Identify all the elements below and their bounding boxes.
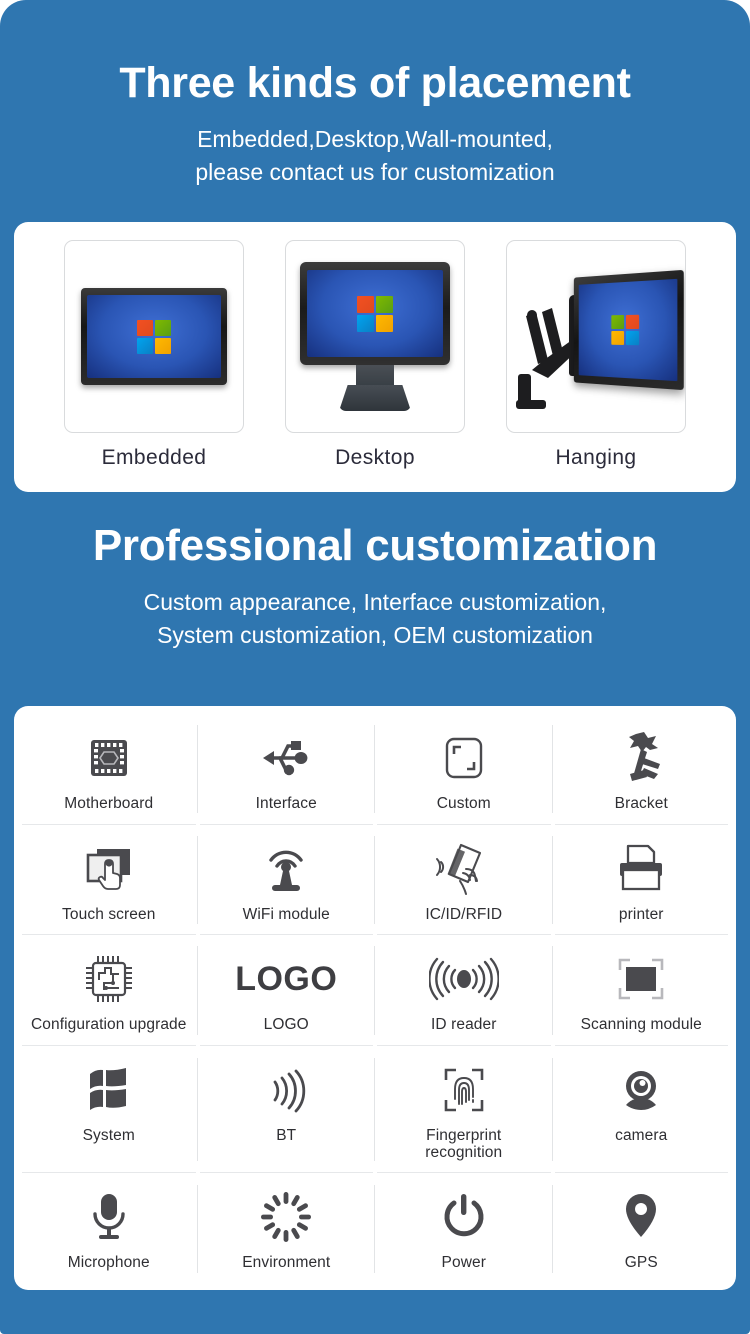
map-pin-icon: [620, 1187, 662, 1247]
feature-cell-printer[interactable]: printer: [553, 825, 731, 936]
feature-cell-system[interactable]: System: [20, 1046, 198, 1174]
scanner-frame-icon: [614, 949, 668, 1009]
hanging-frame: [506, 240, 686, 433]
placement-row: Embedded Desktop Hanging: [14, 222, 736, 492]
chip-icon: [83, 728, 135, 788]
feature-label: Microphone: [67, 1254, 150, 1272]
feature-cell-wifi-module[interactable]: WiFi module: [198, 825, 376, 936]
feature-cell-motherboard[interactable]: Motherboard: [20, 714, 198, 825]
windows-logo-icon: [357, 295, 393, 332]
desktop-monitor-icon: [300, 262, 450, 411]
feature-label: printer: [618, 905, 664, 923]
feature-label: Motherboard: [64, 795, 154, 812]
feature-label: WiFi module: [242, 905, 330, 923]
customization-subtitle-line-1: Custom appearance, Interface customizati…: [143, 589, 607, 615]
placement-item-desktop[interactable]: Desktop: [285, 240, 465, 492]
feature-label: GPS: [624, 1254, 658, 1272]
feature-cell-ic-id-rfid[interactable]: IC/ID/RFID: [375, 825, 553, 936]
printer-icon: [614, 839, 668, 899]
feature-label: LOGO: [263, 1016, 309, 1034]
windows-flag-icon: [82, 1060, 136, 1120]
rounded-square-crop-icon: [438, 728, 490, 788]
feature-cell-power[interactable]: Power: [375, 1173, 553, 1284]
feature-cell-gps[interactable]: GPS: [553, 1173, 731, 1284]
placement-subtitle-line-1: Embedded,Desktop,Wall-mounted,: [197, 126, 553, 152]
feature-label: Environment: [242, 1254, 331, 1272]
placement-label-embedded: Embedded: [101, 446, 207, 469]
placement-subtitle: Embedded,Desktop,Wall-mounted, please co…: [0, 123, 750, 188]
embedded-monitor-icon: [81, 288, 227, 385]
feature-grid: Motherboard Interface Custom Bracket Tou…: [14, 706, 736, 1290]
placement-hero: Three kinds of placement Embedded,Deskto…: [0, 62, 750, 188]
monitor-neck: [356, 365, 394, 385]
webcam-icon: [616, 1060, 666, 1120]
rfid-card-hand-icon: [435, 839, 493, 899]
bluetooth-waves-icon: [261, 1060, 311, 1120]
customization-subtitle-line-2: System customization, OEM customization: [157, 621, 593, 648]
feature-label: BT: [276, 1126, 297, 1144]
logo-text-icon: LOGO: [235, 949, 337, 1009]
feature-cell-configuration-upgrade[interactable]: Configuration upgrade: [20, 935, 198, 1046]
feature-cell-custom[interactable]: Custom: [375, 714, 553, 825]
cpu-circuit-icon: [82, 949, 136, 1009]
feature-label: System: [82, 1126, 135, 1144]
placement-item-hanging[interactable]: Hanging: [506, 240, 686, 492]
feature-cell-camera[interactable]: camera: [553, 1046, 731, 1174]
wifi-antenna-icon: [260, 839, 312, 899]
embedded-frame: [64, 240, 244, 433]
feature-cell-environment[interactable]: Environment: [198, 1173, 376, 1284]
customization-title: Professional customization: [92, 521, 658, 570]
windows-logo-icon: [611, 314, 640, 345]
touch-screen-icon: [81, 839, 137, 899]
fingerprint-icon: [438, 1060, 490, 1120]
customization-hero: Professional customization Custom appear…: [0, 524, 750, 651]
placement-label-desktop: Desktop: [335, 446, 415, 469]
monitor-bezel: [300, 262, 450, 365]
placement-label-hanging: Hanging: [555, 446, 637, 469]
feature-cell-fingerprint-recognition[interactable]: Fingerprint recognition: [375, 1046, 553, 1174]
feature-cell-logo[interactable]: LOGO LOGO: [198, 935, 376, 1046]
feature-cell-touch-screen[interactable]: Touch screen: [20, 825, 198, 936]
feature-label: Configuration upgrade: [31, 1016, 187, 1034]
placement-card: Embedded Desktop Hanging: [14, 222, 736, 492]
windows-logo-icon: [137, 319, 171, 354]
feature-label: Custom: [436, 795, 491, 812]
monitor-screen: [307, 270, 443, 357]
feature-label: Interface: [255, 795, 317, 812]
monitor-panel: [573, 269, 684, 390]
monitor-screen: [578, 278, 678, 381]
bracket-mount-icon: [614, 728, 668, 788]
placement-title: Three kinds of placement: [119, 59, 631, 107]
monitor-screen: [87, 295, 221, 378]
feature-label: IC/ID/RFID: [425, 905, 503, 923]
blue-background-footer: [0, 1290, 750, 1334]
power-icon: [439, 1187, 489, 1247]
placement-subtitle-line-2: please contact us for customization: [195, 158, 555, 185]
monitor-base: [339, 385, 411, 411]
feature-label: Power: [441, 1254, 486, 1272]
customization-subtitle: Custom appearance, Interface customizati…: [0, 586, 750, 651]
microphone-icon: [86, 1187, 132, 1247]
desktop-frame: [285, 240, 465, 433]
feature-cell-bracket[interactable]: Bracket: [553, 714, 731, 825]
feature-label: camera: [615, 1126, 668, 1144]
usb-icon: [258, 728, 314, 788]
feature-cell-microphone[interactable]: Microphone: [20, 1173, 198, 1284]
feature-label: Scanning module: [580, 1016, 702, 1034]
feature-label: Touch screen: [62, 905, 156, 923]
feature-label: Fingerprint recognition: [425, 1126, 503, 1161]
placement-item-embedded[interactable]: Embedded: [64, 240, 244, 492]
customization-features-card: Motherboard Interface Custom Bracket Tou…: [14, 706, 736, 1290]
feature-cell-interface[interactable]: Interface: [198, 714, 376, 825]
wall-mount-monitor-icon: [508, 252, 684, 422]
promo-page: Three kinds of placement Embedded,Deskto…: [0, 0, 750, 1334]
feature-label: ID reader: [430, 1016, 497, 1034]
feature-label: Bracket: [614, 795, 668, 812]
logo-word: LOGO: [235, 960, 338, 999]
spinner-rays-icon: [260, 1187, 312, 1247]
feature-cell-id-reader[interactable]: ID reader: [375, 935, 553, 1046]
id-reader-waves-icon: [428, 949, 499, 1009]
feature-cell-bt[interactable]: BT: [198, 1046, 376, 1174]
feature-cell-scanning-module[interactable]: Scanning module: [553, 935, 731, 1046]
